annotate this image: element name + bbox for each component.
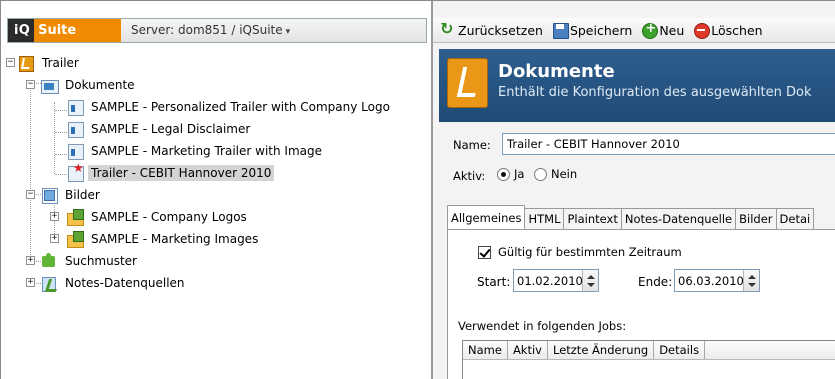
tab-details[interactable]: Detai	[775, 208, 815, 229]
tree-node-bilder[interactable]: Bilder	[41, 185, 103, 205]
tab-plaintext[interactable]: Plaintext	[563, 208, 622, 229]
expand-toggle-company-logos[interactable]: +	[50, 212, 59, 221]
collapse-toggle-dokumente[interactable]: −	[26, 80, 35, 89]
ende-label: Ende:	[638, 275, 673, 289]
expand-toggle-marketing-images[interactable]: +	[50, 234, 59, 243]
tree-node-document-selected[interactable]: Trailer - CEBIT Hannover 2010	[67, 161, 275, 183]
iqsuite-logo: iQ Suite	[8, 19, 121, 42]
images-icon	[41, 187, 58, 204]
save-icon	[552, 22, 569, 39]
jobs-table-header: Name Aktiv Letzte Änderung Details	[463, 341, 835, 360]
name-field[interactable]	[502, 133, 835, 155]
section-header: Dokumente Enthält die Konfiguration des …	[439, 49, 835, 122]
document-icon	[67, 121, 84, 138]
refresh-icon	[440, 19, 456, 38]
column-header-details[interactable]: Details	[654, 341, 706, 359]
tree-node-document[interactable]: SAMPLE - Legal Disclaimer	[67, 119, 253, 139]
aktiv-ja-radio[interactable]: Ja	[497, 167, 524, 181]
tree-node-dokumente[interactable]: Dokumente	[41, 75, 138, 95]
tab-html[interactable]: HTML	[524, 208, 565, 229]
navigation-pane: iQ Suite Server: dom851 / iQSuite ▾ − Tr…	[1, 1, 433, 379]
toolbar: Zurücksetzen Speichern Neu Löschen	[433, 18, 835, 43]
end-date-field[interactable]	[674, 269, 760, 292]
tab-bar: Allgemeines HTML Plaintext Notes-Datenqu…	[447, 205, 835, 230]
tab-panel-allgemeines: Gültig für bestimmten Zeitraum Start: En…	[447, 230, 835, 379]
tree-node-suchmuster[interactable]: Suchmuster	[41, 251, 140, 271]
tab-allgemeines[interactable]: Allgemeines	[447, 205, 526, 229]
document-form: Name: Aktiv: Ja Nein Allgemeines HTML Pl…	[439, 122, 835, 379]
column-header-letzte-aenderung[interactable]: Letzte Änderung	[548, 341, 655, 359]
expand-toggle-notes[interactable]: +	[26, 278, 35, 287]
add-icon	[641, 21, 659, 39]
period-checkbox[interactable]: Gültig für bestimmten Zeitraum	[478, 245, 682, 259]
radio-unchecked-icon	[534, 167, 547, 181]
documents-folder-icon	[41, 77, 59, 94]
tree-node-image-folder[interactable]: SAMPLE - Company Logos	[67, 207, 250, 227]
jobs-label: Verwendet in folgenden Jobs:	[458, 319, 627, 333]
start-label: Start:	[477, 275, 511, 289]
app-window: iQ Suite Server: dom851 / iQSuite ▾ − Tr…	[0, 0, 835, 379]
server-selector[interactable]: Server: dom851 / iQSuite ▾	[131, 23, 290, 37]
tab-bilder[interactable]: Bilder	[735, 208, 777, 229]
end-date-spinner[interactable]	[743, 270, 759, 291]
starred-document-icon	[67, 161, 84, 182]
radio-checked-icon	[497, 167, 510, 181]
tree-node-document[interactable]: SAMPLE - Marketing Trailer with Image	[67, 141, 325, 161]
document-icon	[67, 143, 84, 160]
name-label: Name:	[453, 138, 491, 152]
remove-icon	[693, 22, 711, 39]
tab-notes-datenquelle[interactable]: Notes-Datenquelle	[620, 208, 737, 229]
collapse-toggle-bilder[interactable]: −	[26, 190, 35, 199]
data-source-icon	[41, 275, 57, 292]
tree-node-image-folder[interactable]: SAMPLE - Marketing Images	[67, 229, 261, 249]
tree-node-notes-datenquellen[interactable]: Notes-Datenquellen	[41, 273, 188, 293]
trailer-icon	[18, 55, 34, 72]
column-header-aktiv[interactable]: Aktiv	[508, 341, 548, 359]
page-title: Dokumente	[498, 61, 615, 82]
end-date-input[interactable]	[675, 273, 743, 288]
start-date-field[interactable]	[513, 269, 599, 292]
server-bar: iQ Suite Server: dom851 / iQSuite ▾	[7, 18, 427, 43]
save-button[interactable]: Speichern	[549, 20, 635, 40]
aktiv-label: Aktiv:	[453, 169, 486, 183]
trailer-icon	[447, 58, 488, 108]
checkbox-checked-icon	[478, 245, 491, 259]
delete-button[interactable]: Löschen	[690, 20, 765, 40]
detail-pane: Zurücksetzen Speichern Neu Löschen Dokum…	[433, 1, 835, 379]
column-header-name[interactable]: Name	[463, 341, 508, 359]
puzzle-icon	[41, 253, 57, 269]
new-button[interactable]: Neu	[638, 20, 687, 40]
chevron-down-icon: ▾	[285, 27, 291, 37]
document-icon	[67, 99, 84, 116]
image-folder-icon	[67, 231, 84, 248]
start-date-spinner[interactable]	[582, 270, 598, 291]
tree-node-document[interactable]: SAMPLE - Personalized Trailer with Compa…	[67, 97, 393, 117]
tree-node-trailer[interactable]: Trailer	[18, 53, 82, 73]
reset-button[interactable]: Zurücksetzen	[437, 19, 546, 40]
page-subtitle: Enthält die Konfiguration des ausgewählt…	[498, 85, 812, 100]
image-folder-icon	[67, 209, 84, 226]
expand-toggle-suchmuster[interactable]: +	[26, 256, 35, 265]
collapse-toggle-trailer[interactable]: −	[6, 58, 15, 67]
aktiv-nein-radio[interactable]: Nein	[534, 167, 577, 181]
server-label: Server: dom851 / iQSuite	[131, 23, 283, 37]
start-date-input[interactable]	[514, 273, 582, 288]
jobs-table[interactable]: Name Aktiv Letzte Änderung Details	[462, 340, 835, 379]
